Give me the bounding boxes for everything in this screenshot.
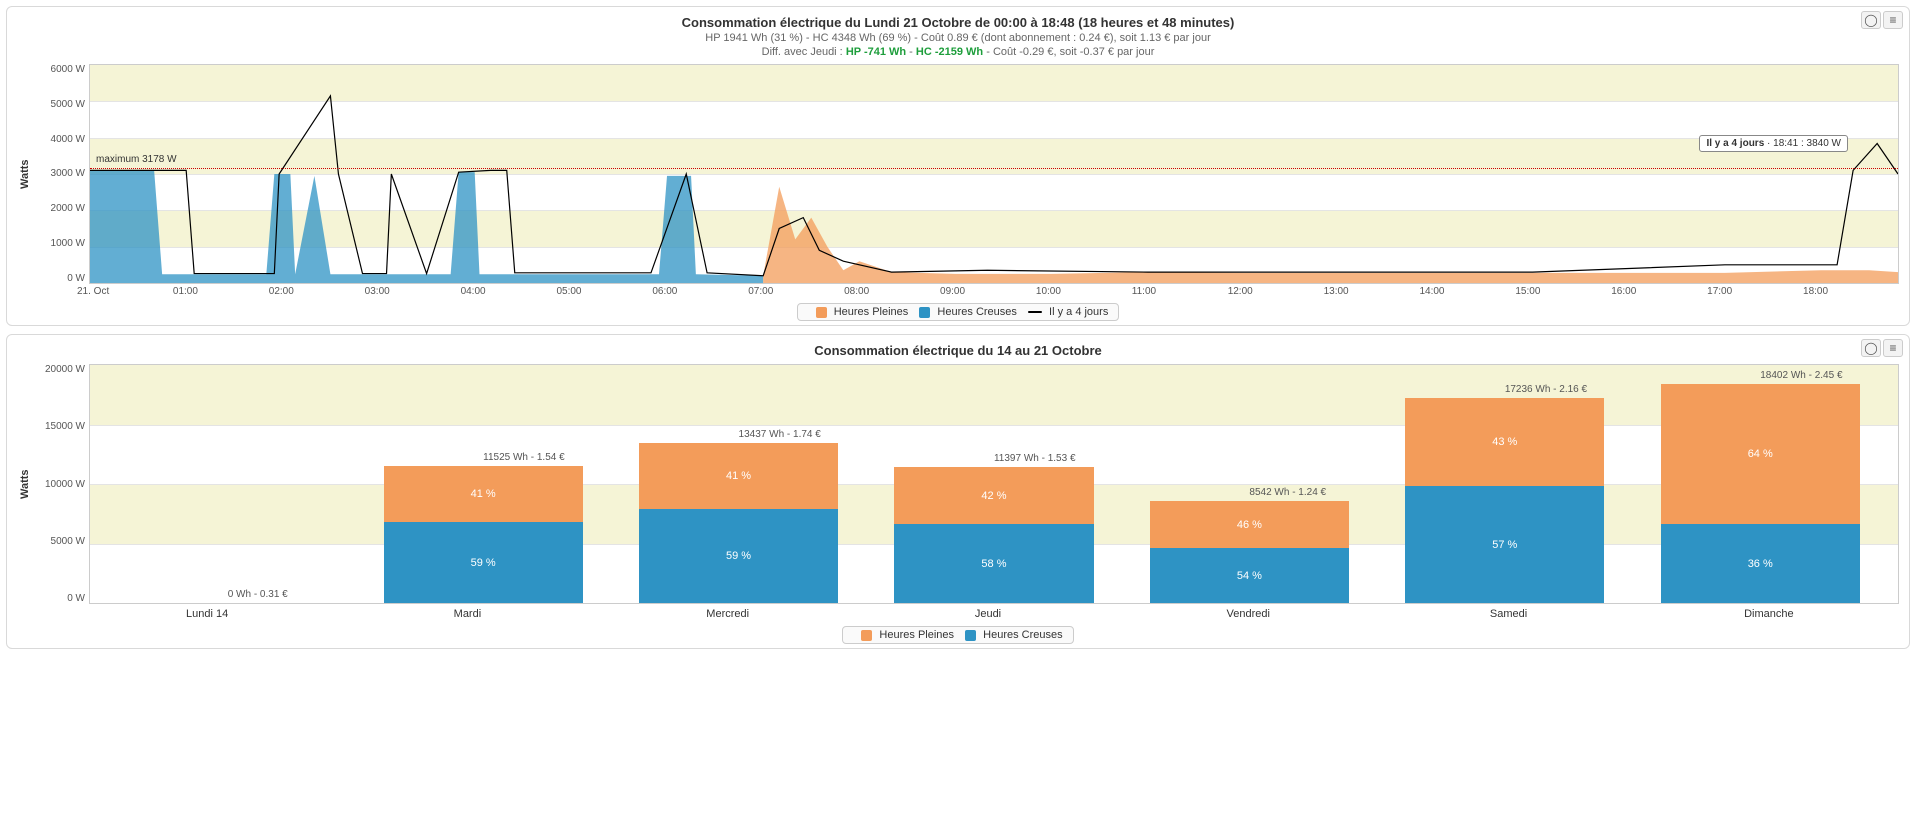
legend-swatch-compare [1028,311,1042,313]
bar-segment-hp[interactable]: 41 % [384,466,583,522]
bar-container: 0 Wh - 0.31 €59 %41 %11525 Wh - 1.54 €59… [90,365,1898,603]
chart-subtitle-2: Diff. avec Jeudi : HP -741 Wh - HC -2159… [17,46,1899,58]
chart-toolbar: ◯ ≡ [1861,11,1903,29]
bar-total-label: 0 Wh - 0.31 € [228,589,288,603]
chart-legend: Heures Pleines Heures Creuses [17,626,1899,644]
y-axis-label: Watts [17,64,33,284]
bar-total-label: 11397 Wh - 1.53 € [994,453,1076,467]
legend-swatch-hp [861,630,872,641]
max-reference-label: maximum 3178 W [96,154,177,165]
bar-total-label: 17236 Wh - 2.16 € [1505,384,1587,398]
x-axis-ticks: 21. Oct01:0002:0003:0004:0005:0006:0007:… [77,286,1899,297]
chart-reset-zoom-button[interactable]: ◯ [1861,11,1881,29]
chart-plot-area[interactable]: maximum 3178 W Il y a 4 jours · 18:41 : … [89,64,1899,284]
chart-area: Watts 20000 W15000 W10000 W5000 W0 W 0 W… [17,364,1899,604]
chart-menu-button[interactable]: ≡ [1883,11,1903,29]
bar-column[interactable]: 54 %46 %8542 Wh - 1.24 € [1122,365,1377,603]
bar-segment-hc[interactable]: 59 % [639,509,838,603]
bar-column[interactable]: 59 %41 %11525 Wh - 1.54 € [355,365,610,603]
chart-area: Watts 6000 W5000 W4000 W3000 W2000 W1000… [17,64,1899,284]
bar-segment-hp[interactable]: 42 % [894,467,1093,524]
bar-segment-hc[interactable]: 36 % [1661,524,1860,603]
bar-segment-hp[interactable]: 46 % [1150,501,1349,548]
bar-segment-hp[interactable]: 43 % [1405,398,1604,486]
y-axis-ticks: 20000 W15000 W10000 W5000 W0 W [33,364,89,604]
y-axis-label: Watts [17,364,33,604]
bar-segment-hc[interactable]: 58 % [894,524,1093,603]
bar-total-label: 13437 Wh - 1.74 € [739,429,821,443]
bar-segment-hc[interactable]: 59 % [384,522,583,603]
legend-label-hp[interactable]: Heures Pleines [879,629,954,641]
chart-subtitle-1: HP 1941 Wh (31 %) - HC 4348 Wh (69 %) - … [17,32,1899,44]
bar-column[interactable]: 0 Wh - 0.31 € [100,365,355,603]
legend-swatch-hp [816,307,827,318]
chart-title: Consommation électrique du 14 au 21 Octo… [17,343,1899,358]
chart-plot-area[interactable]: 0 Wh - 0.31 €59 %41 %11525 Wh - 1.54 €59… [89,364,1899,604]
legend-swatch-hc [919,307,930,318]
bar-segment-hc[interactable]: 54 % [1150,548,1349,603]
chart-title: Consommation électrique du Lundi 21 Octo… [17,15,1899,30]
chart-menu-button[interactable]: ≡ [1883,339,1903,357]
daily-consumption-panel: ◯ ≡ Consommation électrique du Lundi 21 … [6,6,1910,326]
x-axis-ticks: Lundi 14MardiMercrediJeudiVendrediSamedi… [77,608,1899,620]
legend-swatch-hc [965,630,976,641]
bar-column[interactable]: 59 %41 %13437 Wh - 1.74 € [611,365,866,603]
legend-label-hc[interactable]: Heures Creuses [983,629,1062,641]
bar-total-label: 8542 Wh - 1.24 € [1249,487,1326,501]
legend-label-compare[interactable]: Il y a 4 jours [1049,306,1108,318]
chart-svg [90,65,1898,283]
bar-column[interactable]: 36 %64 %18402 Wh - 2.45 € [1633,365,1888,603]
chart-legend: Heures Pleines Heures Creuses Il y a 4 j… [17,303,1899,321]
y-axis-ticks: 6000 W5000 W4000 W3000 W2000 W1000 W0 W [33,64,89,284]
chart-toolbar: ◯ ≡ [1861,339,1903,357]
chart-reset-zoom-button[interactable]: ◯ [1861,339,1881,357]
chart-tooltip: Il y a 4 jours · 18:41 : 3840 W [1699,135,1848,152]
bar-total-label: 11525 Wh - 1.54 € [483,452,565,466]
bar-column[interactable]: 57 %43 %17236 Wh - 2.16 € [1377,365,1632,603]
bar-total-label: 18402 Wh - 2.45 € [1760,370,1842,384]
bar-column[interactable]: 58 %42 %11397 Wh - 1.53 € [866,365,1121,603]
bar-segment-hc[interactable]: 57 % [1405,486,1604,603]
bar-segment-hp[interactable]: 41 % [639,443,838,509]
legend-label-hp[interactable]: Heures Pleines [834,306,909,318]
legend-label-hc[interactable]: Heures Creuses [937,306,1016,318]
weekly-consumption-panel: ◯ ≡ Consommation électrique du 14 au 21 … [6,334,1910,649]
max-reference-line [90,168,1898,169]
bar-segment-hp[interactable]: 64 % [1661,384,1860,524]
